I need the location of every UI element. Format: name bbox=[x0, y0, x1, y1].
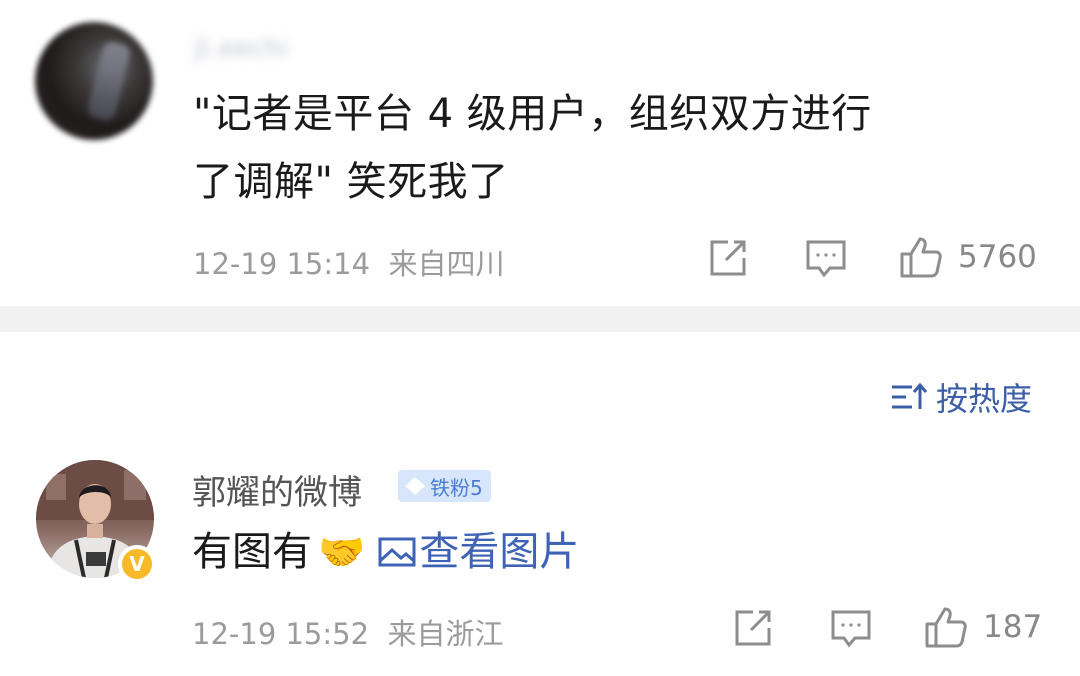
comment-icon bbox=[806, 240, 846, 278]
section-divider bbox=[0, 306, 1080, 332]
view-image-label: 查看图片 bbox=[419, 529, 580, 575]
comment-text-body: 有图有 bbox=[192, 529, 312, 575]
share-icon bbox=[735, 610, 771, 646]
share-button[interactable] bbox=[731, 606, 775, 650]
view-image-link[interactable]: 查看图片 bbox=[377, 524, 579, 580]
share-button[interactable] bbox=[706, 236, 750, 280]
like-button[interactable]: 187 bbox=[923, 604, 1042, 650]
comment-text-line-1: "记者是平台 4 级用户，组织双方进行 bbox=[193, 91, 872, 137]
location: 来自浙江 bbox=[387, 617, 504, 651]
comment-meta: 12-19 15:52 来自浙江 bbox=[192, 611, 504, 653]
like-count: 5760 bbox=[958, 239, 1037, 275]
diamond-icon bbox=[405, 477, 425, 495]
image-icon bbox=[378, 537, 416, 567]
comment-text: 有图有 🤝 查看图片 bbox=[192, 524, 579, 580]
reply-button[interactable] bbox=[829, 606, 873, 650]
reply-button[interactable] bbox=[804, 236, 848, 280]
thumbs-up-icon bbox=[925, 607, 967, 648]
fan-badge-label: 铁粉5 bbox=[430, 475, 483, 500]
comment-text-line-2: 了调解" 笑死我了 bbox=[193, 159, 509, 205]
sort-toggle[interactable]: 按热度 bbox=[890, 374, 1032, 420]
username[interactable]: 郭耀的微博 bbox=[192, 465, 362, 514]
handshake-emoji: 🤝 bbox=[318, 530, 366, 574]
fan-badge[interactable]: 铁粉5 bbox=[398, 470, 491, 502]
sort-icon bbox=[892, 382, 928, 409]
avatar[interactable] bbox=[35, 22, 153, 140]
comment-meta: 12-19 15:14 来自四川 bbox=[193, 241, 505, 283]
username[interactable]: Ji.eechi bbox=[195, 34, 289, 62]
sort-label: 按热度 bbox=[936, 380, 1033, 418]
share-icon bbox=[710, 240, 746, 276]
thumbs-up-icon bbox=[900, 237, 942, 278]
like-count: 187 bbox=[983, 609, 1043, 645]
timestamp: 12-19 15:52 bbox=[192, 617, 370, 651]
location: 来自四川 bbox=[388, 247, 505, 281]
like-button[interactable]: 5760 bbox=[898, 234, 1037, 280]
timestamp: 12-19 15:14 bbox=[193, 247, 371, 281]
verified-badge: V bbox=[118, 545, 156, 583]
comment-icon bbox=[831, 610, 871, 648]
